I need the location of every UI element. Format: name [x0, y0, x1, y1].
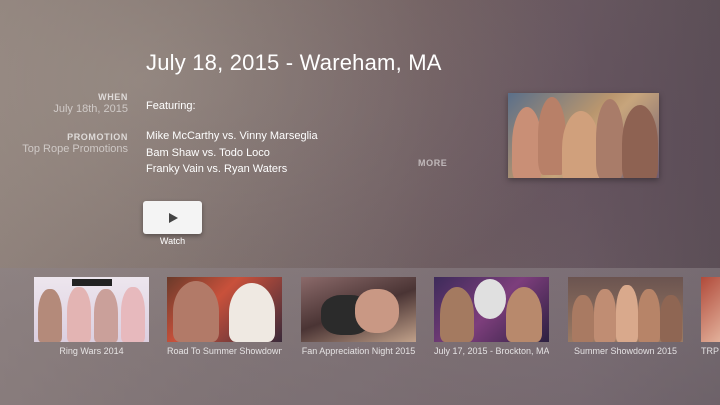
shelf-thumbnail — [34, 277, 149, 342]
shelf-item-label: Fan Appreciation Night 2015 — [301, 346, 416, 356]
featuring-label: Featuring: — [146, 100, 196, 112]
match-item: Franky Vain vs. Ryan Waters — [146, 163, 288, 175]
shelf-thumbnail — [434, 277, 549, 342]
shelf-thumbnail — [701, 277, 720, 342]
watch-label: Watch — [159, 236, 186, 246]
match-list: Mike McCarthy vs. Vinny Marseglia Bam Sh… — [146, 128, 318, 178]
match-item: Mike McCarthy vs. Vinny Marseglia — [146, 130, 318, 142]
shelf-item[interactable]: Fan Appreciation Night 2015 — [301, 277, 416, 356]
shelf-item[interactable]: July 17, 2015 - Brockton, MA — [434, 277, 549, 356]
shelf-thumbnail — [167, 277, 282, 342]
shelf-thumbnail — [301, 277, 416, 342]
shelf-item[interactable]: Ring Wars 2014 — [34, 277, 149, 356]
shelf-item[interactable]: Road To Summer Showdown — [167, 277, 282, 356]
page-title: July 18, 2015 - Wareham, MA — [146, 50, 442, 75]
more-button[interactable]: MORE — [418, 158, 447, 168]
shelf-thumbnail — [568, 277, 683, 342]
event-poster — [508, 93, 659, 178]
shelf-item-label: Summer Showdown 2015 — [573, 346, 678, 356]
when-label: WHEN — [98, 92, 128, 102]
thumbnail-banner — [72, 279, 112, 286]
shelf-item-label: Ring Wars 2014 — [59, 346, 124, 356]
shelf-item-label: July 17, 2015 - Brockton, MA — [434, 346, 549, 356]
play-icon — [168, 212, 178, 223]
match-item: Bam Shaw vs. Todo Loco — [146, 146, 270, 159]
shelf-item-label: TRP — [701, 346, 719, 356]
shelf-item-label: Road To Summer Showdown — [167, 346, 282, 356]
promotion-label: PROMOTION — [67, 132, 128, 142]
when-value: July 18th, 2015 — [53, 103, 128, 115]
promotion-value: Top Rope Promotions — [22, 143, 128, 155]
shelf-item[interactable]: Summer Showdown 2015 — [568, 277, 683, 356]
watch-button[interactable] — [143, 201, 202, 234]
shelf-item[interactable]: TRP — [701, 277, 720, 356]
